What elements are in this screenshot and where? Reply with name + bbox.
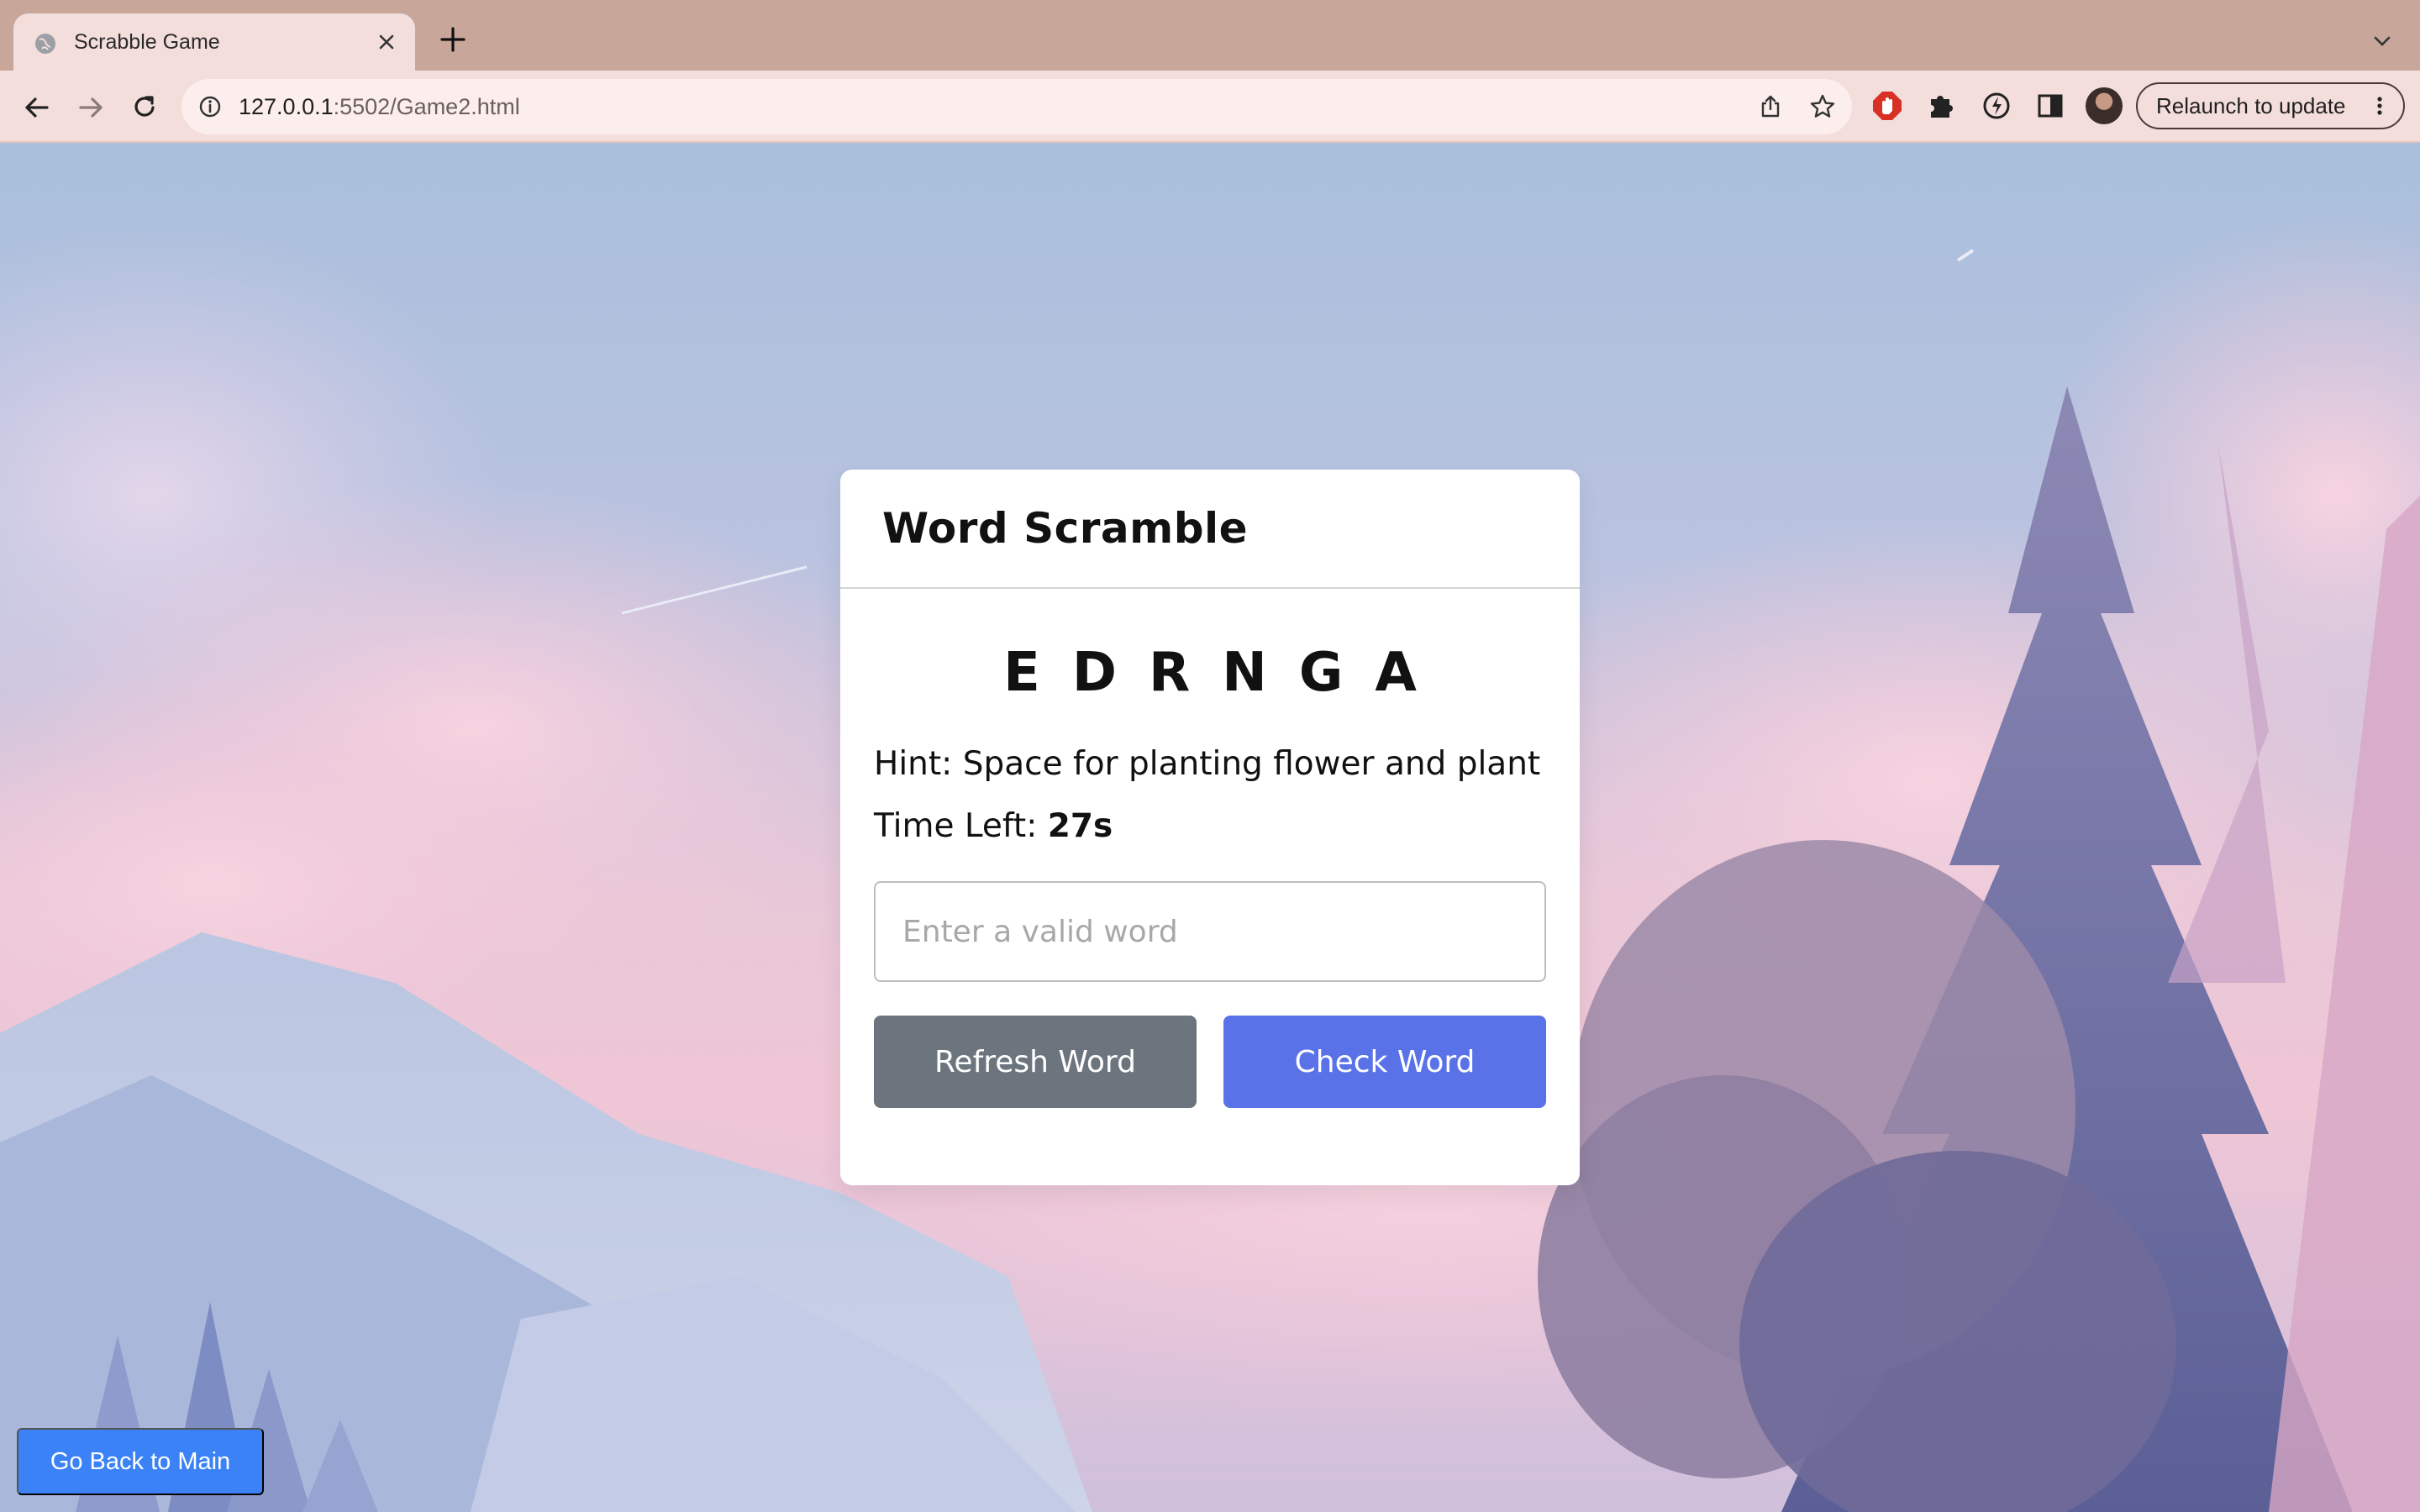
url-text[interactable]: 127.0.0.1:5502/Game2.html xyxy=(239,92,520,121)
tab-scrabble-game[interactable]: Scrabble Game xyxy=(13,13,415,71)
forward-arrow-icon[interactable] xyxy=(72,89,109,126)
refresh-word-button[interactable]: Refresh Word xyxy=(874,1016,1197,1108)
check-word-button[interactable]: Check Word xyxy=(1223,1016,1546,1108)
relaunch-button[interactable]: Relaunch to update xyxy=(2136,82,2405,129)
card-header: Word Scramble xyxy=(840,470,1580,589)
time-row: Time Left: 27s xyxy=(874,806,1546,848)
star-icon[interactable] xyxy=(1808,92,1837,121)
hint-label: Hint: xyxy=(874,745,953,783)
address-bar[interactable]: 127.0.0.1:5502/Game2.html xyxy=(182,79,1852,134)
globe-icon xyxy=(35,34,55,54)
puzzle-extension-icon[interactable] xyxy=(1924,89,1958,123)
url-host: 127.0.0.1 xyxy=(239,94,334,119)
word-scramble-card: Word Scramble EDRNGA Hint: Space for pla… xyxy=(840,470,1580,1185)
go-back-to-main-button[interactable]: Go Back to Main xyxy=(17,1428,264,1495)
page-viewport: Word Scramble EDRNGA Hint: Space for pla… xyxy=(0,143,2420,1512)
button-row: Refresh Word Check Word xyxy=(874,1016,1546,1108)
plus-icon[interactable] xyxy=(437,24,469,55)
close-icon[interactable] xyxy=(373,29,400,55)
back-arrow-icon[interactable] xyxy=(18,89,55,126)
hint-text: Space for planting flower and plant xyxy=(962,745,1541,783)
page-title: Word Scramble xyxy=(882,504,1249,553)
hint-row: Hint: Space for planting flower and plan… xyxy=(874,743,1546,785)
time-label: Time Left: xyxy=(874,807,1038,845)
share-icon[interactable] xyxy=(1756,92,1785,121)
tab-strip: Scrabble Game xyxy=(0,0,2420,71)
adblock-extension-icon[interactable] xyxy=(1870,89,1904,123)
sync-extension-icon[interactable] xyxy=(1980,89,2013,123)
kebab-menu-icon[interactable] xyxy=(2370,96,2390,116)
reload-icon[interactable] xyxy=(126,89,163,126)
card-body: EDRNGA Hint: Space for planting flower a… xyxy=(840,641,1580,1108)
url-path: :5502/Game2.html xyxy=(333,94,520,119)
time-value: 27s xyxy=(1047,807,1113,845)
word-input[interactable] xyxy=(874,881,1546,982)
avatar[interactable] xyxy=(2086,87,2123,124)
relaunch-label: Relaunch to update xyxy=(2156,92,2346,118)
chevron-down-icon[interactable] xyxy=(2370,29,2395,54)
scrambled-word: EDRNGA xyxy=(1003,642,1449,704)
tab-title: Scrabble Game xyxy=(74,30,220,54)
sidepanel-icon[interactable] xyxy=(2033,89,2067,123)
info-icon[interactable] xyxy=(197,93,224,120)
